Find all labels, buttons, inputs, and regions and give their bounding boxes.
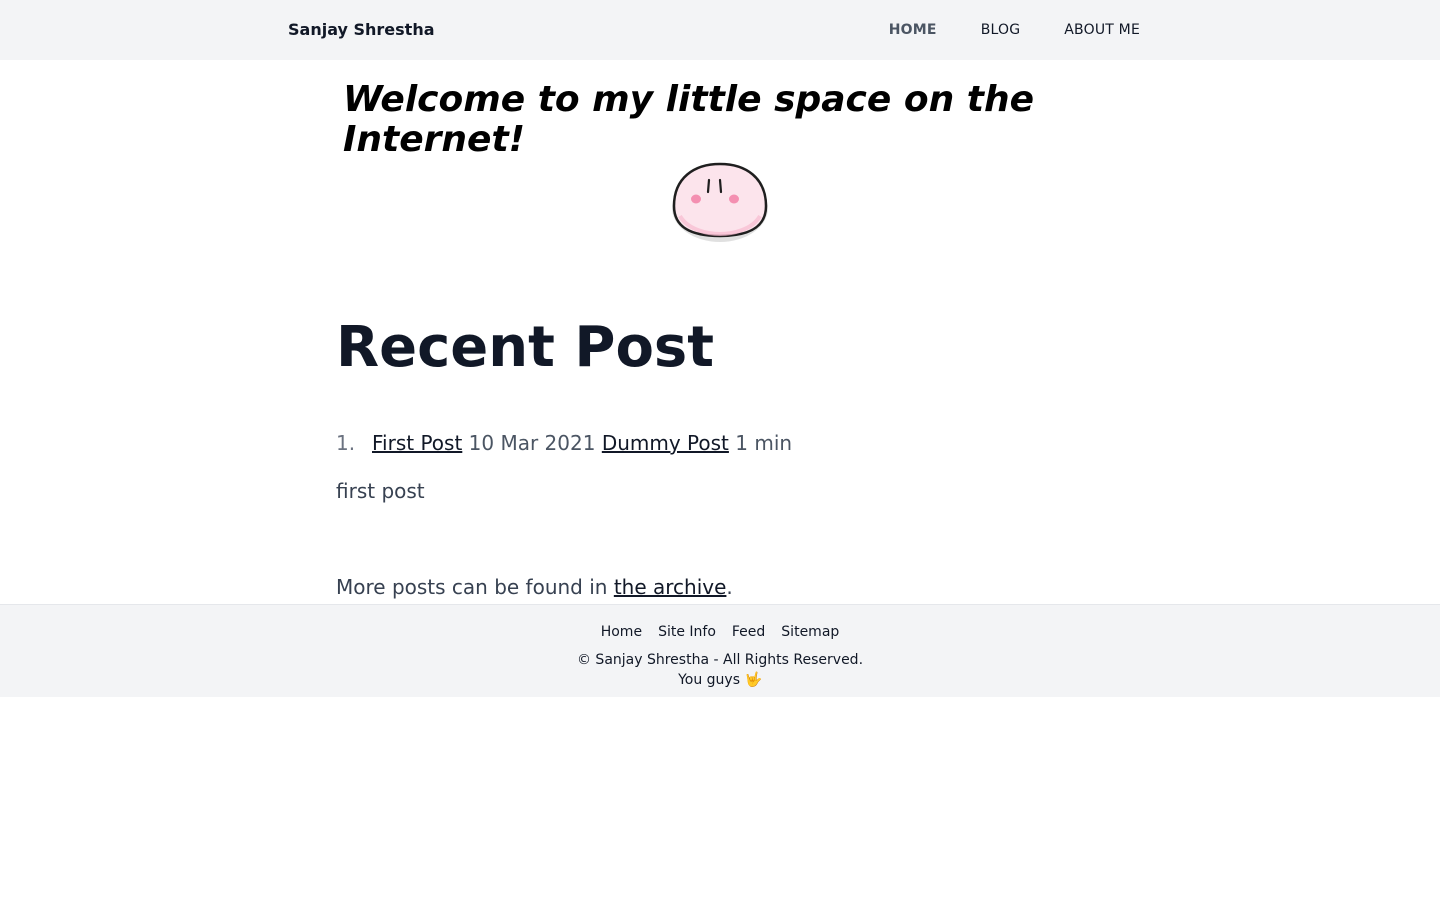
main-nav: HOME BLOG ABOUT ME [889,22,1140,38]
dango-mascot-icon [672,162,768,242]
post-list-item: 1. First Post 10 Mar 2021 Dummy Post 1 mi… [336,430,792,456]
site-brand-link[interactable]: Sanjay Shrestha [288,20,435,40]
site-footer: Home Site Info Feed Sitemap © Sanjay Shr… [0,604,1440,697]
more-posts-text: More posts can be found in the archive. [336,574,733,600]
recent-post-heading: Recent Post [336,315,715,380]
more-posts-prefix: More posts can be found in [336,575,614,599]
post-read-time: 1 min [735,431,793,455]
nav-about-link[interactable]: ABOUT ME [1064,22,1140,38]
footer-site-info-link[interactable]: Site Info [658,623,716,641]
more-posts-suffix: . [726,575,733,599]
post-title-link[interactable]: First Post [372,431,462,455]
site-header: Sanjay Shrestha HOME BLOG ABOUT ME [0,0,1440,60]
archive-link[interactable]: the archive [614,575,727,599]
nav-blog-link[interactable]: BLOG [981,22,1021,38]
footer-tagline: You guys 🤟 [678,672,762,688]
footer-feed-link[interactable]: Feed [732,623,765,641]
nav-home-link[interactable]: HOME [889,22,937,38]
footer-sitemap-link[interactable]: Sitemap [781,623,839,641]
post-summary: first post [336,479,425,503]
hero-title: Welcome to my little space on the Intern… [343,79,1034,160]
footer-copyright: © Sanjay Shrestha - All Rights Reserved. [576,652,864,668]
footer-nav: Home Site Info Feed Sitemap [0,623,1440,641]
post-number: 1. [336,431,356,455]
post-category-link[interactable]: Dummy Post [602,431,729,455]
post-date: 10 Mar 2021 [468,431,596,455]
footer-home-link[interactable]: Home [601,623,642,641]
